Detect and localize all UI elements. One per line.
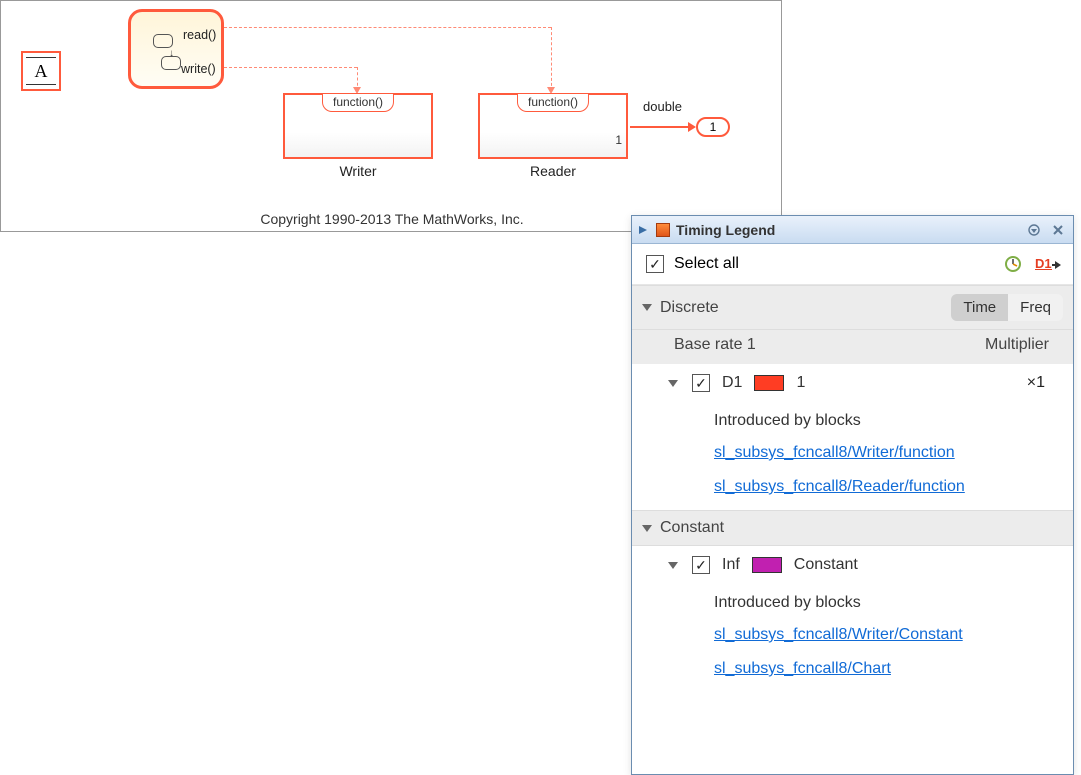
model-canvas[interactable]: A ↓ read() write() function() Writer fun… xyxy=(0,0,782,232)
chevron-down-icon[interactable] xyxy=(642,304,652,311)
time-freq-toggle: Time Freq xyxy=(951,294,1063,321)
rate-color-swatch xyxy=(752,557,782,573)
annotate-rate-icon[interactable]: D1 xyxy=(1035,254,1059,274)
select-all-checkbox[interactable]: ✓ xyxy=(646,255,664,273)
discrete-intro-label: Introduced by blocks xyxy=(632,402,1073,436)
reader-outport-number: 1 xyxy=(615,133,622,147)
panel-app-icon xyxy=(656,223,670,237)
discrete-block-link[interactable]: sl_subsys_fcncall8/Writer/function xyxy=(714,444,955,461)
panel-titlebar[interactable]: Timing Legend xyxy=(632,216,1073,244)
writer-subsystem-block[interactable]: function() xyxy=(283,93,433,159)
writer-block-name: Writer xyxy=(283,163,433,179)
writer-trigger-label: function() xyxy=(322,94,394,112)
chart-state-icon xyxy=(153,34,173,48)
list-item: sl_subsys_fcncall8/Chart xyxy=(632,652,1073,686)
select-all-row: ✓ Select all D1 xyxy=(632,244,1073,285)
select-all-label: Select all xyxy=(674,255,739,273)
chart-transition-icon: ↓ xyxy=(169,48,174,59)
rate-value: 1 xyxy=(796,374,805,392)
chart-read-label: read() xyxy=(183,28,216,42)
timing-legend-panel: Timing Legend ✓ Select all D1 xyxy=(631,215,1074,775)
list-item: sl_subsys_fcncall8/Reader/function xyxy=(632,470,1073,504)
pin-icon xyxy=(636,223,650,237)
panel-title: Timing Legend xyxy=(676,222,1019,238)
chevron-down-icon[interactable] xyxy=(642,525,652,532)
multiplier-header-label: Multiplier xyxy=(985,336,1063,354)
fcncall-line-read xyxy=(224,27,551,28)
constant-rate-row: ✓ Inf Constant xyxy=(632,546,1073,584)
reader-block-name: Reader xyxy=(478,163,628,179)
discrete-subheader: Base rate 1 Multiplier xyxy=(632,330,1073,364)
fcncall-line-read xyxy=(551,27,552,91)
constant-block-link[interactable]: sl_subsys_fcncall8/Chart xyxy=(714,660,891,677)
toggle-time-button[interactable]: Time xyxy=(951,294,1008,321)
list-item: sl_subsys_fcncall8/Writer/function xyxy=(632,436,1073,470)
signal-line-reader-to-outport[interactable] xyxy=(630,126,694,128)
reader-subsystem-block[interactable]: function() 1 xyxy=(478,93,628,159)
discrete-group-header[interactable]: Discrete Time Freq xyxy=(632,285,1073,330)
rate-name: D1 xyxy=(722,374,742,392)
stateflow-chart-block[interactable]: ↓ read() write() xyxy=(128,9,224,89)
constant-intro-label: Introduced by blocks xyxy=(632,584,1073,618)
block-a-label: A xyxy=(35,61,48,82)
rate-name: Inf xyxy=(722,556,740,574)
chart-write-label: write() xyxy=(181,62,216,76)
constant-label: Constant xyxy=(660,519,724,537)
rate-d1-checkbox[interactable]: ✓ xyxy=(692,374,710,392)
constant-group-header[interactable]: Constant xyxy=(632,510,1073,546)
chevron-down-icon[interactable] xyxy=(668,562,678,569)
rate-multiplier: ×1 xyxy=(1027,374,1059,392)
signal-datatype-label: double xyxy=(643,99,682,114)
rate-value: Constant xyxy=(794,556,858,574)
base-rate-label: Base rate 1 xyxy=(674,336,756,354)
rate-color-swatch xyxy=(754,375,784,391)
list-item: sl_subsys_fcncall8/Writer/Constant xyxy=(632,618,1073,652)
constant-block-link[interactable]: sl_subsys_fcncall8/Writer/Constant xyxy=(714,626,963,643)
model-reference-block-a[interactable]: A xyxy=(21,51,61,91)
close-icon[interactable] xyxy=(1049,221,1067,239)
panel-menu-button[interactable] xyxy=(1025,221,1043,239)
highlight-timing-icon[interactable] xyxy=(1001,254,1025,274)
outport-number: 1 xyxy=(710,120,717,134)
chevron-down-icon[interactable] xyxy=(668,380,678,387)
discrete-block-link[interactable]: sl_subsys_fcncall8/Reader/function xyxy=(714,478,965,495)
rate-inf-checkbox[interactable]: ✓ xyxy=(692,556,710,574)
reader-trigger-label: function() xyxy=(517,94,589,112)
panel-body: ✓ Select all D1 Discrete Time xyxy=(632,244,1073,774)
discrete-rate-row: ✓ D1 1 ×1 xyxy=(632,364,1073,402)
discrete-label: Discrete xyxy=(660,299,719,317)
fcncall-line-write xyxy=(224,67,357,68)
toggle-freq-button[interactable]: Freq xyxy=(1008,294,1063,321)
outport-block[interactable]: 1 xyxy=(696,117,730,137)
